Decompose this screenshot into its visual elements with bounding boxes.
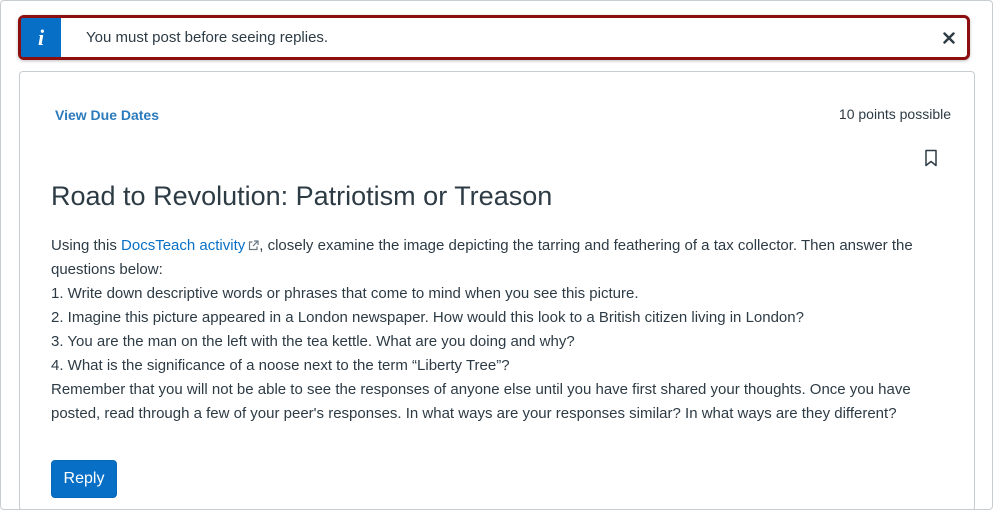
question-item: 1. Write down descriptive words or phras… bbox=[51, 285, 639, 302]
question-item: 2. Imagine this picture appeared in a Lo… bbox=[51, 309, 804, 326]
view-due-dates-link[interactable]: View Due Dates bbox=[55, 107, 159, 123]
docsteach-activity-link[interactable]: DocsTeach activity bbox=[121, 237, 245, 254]
close-icon[interactable] bbox=[939, 28, 959, 48]
discussion-card: View Due Dates 10 points possible Road t… bbox=[19, 71, 975, 509]
points-possible: 10 points possible bbox=[838, 106, 951, 122]
reply-button[interactable]: Reply bbox=[51, 460, 117, 498]
must-post-alert: i You must post before seeing replies. bbox=[18, 15, 970, 60]
question-item: 4. What is the significance of a noose n… bbox=[51, 357, 510, 374]
alert-message: You must post before seeing replies. bbox=[86, 29, 329, 46]
page-frame: i You must post before seeing replies. V… bbox=[0, 0, 993, 510]
question-item: 3. You are the man on the left with the … bbox=[51, 333, 575, 350]
closing-paragraph: Remember that you will not be able to se… bbox=[51, 381, 911, 422]
external-link-icon bbox=[248, 235, 259, 251]
bookmark-icon[interactable] bbox=[924, 149, 938, 167]
discussion-body: Using this DocsTeach activity, closely e… bbox=[51, 234, 951, 426]
page-title: Road to Revolution: Patriotism or Treaso… bbox=[51, 181, 553, 211]
info-icon: i bbox=[21, 18, 61, 57]
intro-paragraph: Using this DocsTeach activity, closely e… bbox=[51, 235, 913, 278]
